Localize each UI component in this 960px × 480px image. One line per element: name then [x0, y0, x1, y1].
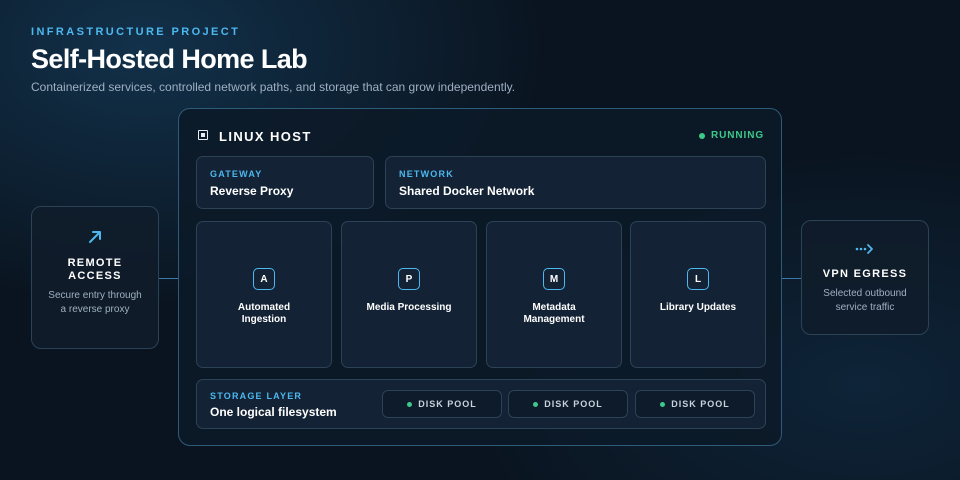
disk-status-dot-icon — [660, 401, 666, 407]
service-badge: P — [398, 268, 420, 290]
service-badge: M — [543, 268, 565, 290]
service-card-library-updates: L Library Updates — [630, 221, 766, 368]
remote-access-title: REMOTE ACCESS — [67, 257, 123, 282]
disk-pool: DISK POOL — [508, 390, 628, 418]
network-kicker: NETWORK — [399, 169, 454, 179]
service-label: Automated Ingestion — [237, 302, 291, 325]
network-label: Shared Docker Network — [399, 184, 535, 198]
storage-layer-card: STORAGE LAYER One logical filesystem DIS… — [196, 379, 766, 429]
gateway-kicker: GATEWAY — [210, 169, 263, 179]
vpn-egress-description: Selected outbound service traffic — [823, 288, 907, 313]
disk-pool: DISK POOL — [382, 390, 502, 418]
service-badge: A — [253, 268, 275, 290]
eyebrow: INFRASTRUCTURE PROJECT — [31, 26, 241, 38]
dotted-arrow-right-icon — [855, 244, 873, 254]
remote-access-description: Secure entry through a reverse proxy — [48, 290, 142, 315]
service-label: Library Updates — [659, 302, 737, 313]
storage-label: One logical filesystem — [210, 405, 337, 419]
service-label: Metadata Management — [523, 302, 585, 325]
service-badge: L — [687, 268, 709, 290]
gateway-card: GATEWAY Reverse Proxy — [196, 156, 374, 209]
service-card-automated-ingestion: A Automated Ingestion — [196, 221, 332, 368]
remote-access-card: REMOTE ACCESS Secure entry through a rev… — [31, 206, 159, 349]
page-subtitle: Containerized services, controlled netwo… — [31, 80, 516, 94]
disk-status-dot-icon — [533, 401, 539, 407]
disk-pool-label: DISK POOL — [544, 399, 603, 409]
remote-connector — [159, 278, 178, 279]
disk-pool-label: DISK POOL — [418, 399, 477, 409]
gateway-label: Reverse Proxy — [210, 184, 294, 198]
linux-host-container: LINUX HOST RUNNING GATEWAY Reverse Proxy… — [178, 108, 782, 446]
disk-status-dot-icon — [407, 401, 413, 407]
server-icon — [198, 130, 208, 140]
status-label: RUNNING — [711, 130, 764, 141]
vpn-egress-card: VPN EGRESS Selected outbound service tra… — [801, 220, 929, 335]
disk-pool-label: DISK POOL — [671, 399, 730, 409]
network-card: NETWORK Shared Docker Network — [385, 156, 766, 209]
vpn-connector — [782, 278, 801, 279]
page-title: Self-Hosted Home Lab — [31, 44, 308, 74]
service-card-metadata-management: M Metadata Management — [486, 221, 622, 368]
vpn-egress-title: VPN EGRESS — [822, 268, 908, 280]
storage-kicker: STORAGE LAYER — [210, 391, 303, 401]
host-title: LINUX HOST — [219, 129, 312, 144]
status-badge: RUNNING — [699, 130, 764, 141]
service-label: Media Processing — [366, 302, 452, 313]
arrow-up-right-icon — [89, 231, 101, 243]
service-card-media-processing: P Media Processing — [341, 221, 477, 368]
disk-pool: DISK POOL — [635, 390, 755, 418]
status-dot-icon — [699, 132, 706, 139]
